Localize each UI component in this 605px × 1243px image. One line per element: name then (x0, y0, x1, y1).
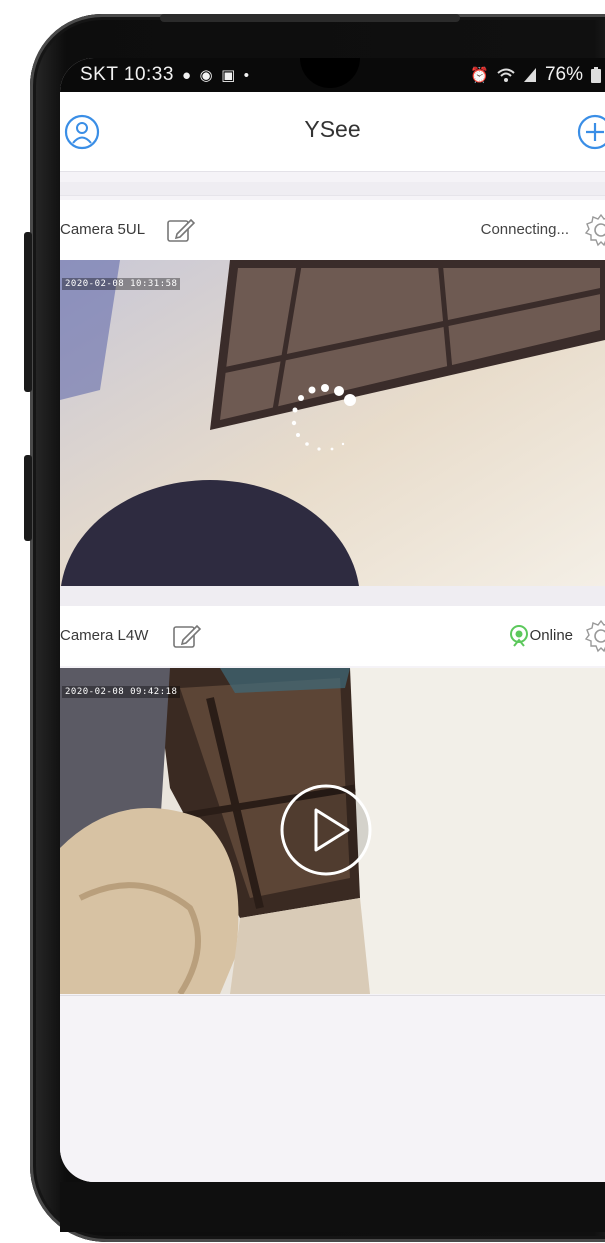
battery-icon (591, 67, 601, 83)
loading-spinner-icon (291, 384, 356, 451)
status-bar-right: ⏰ 76% (470, 64, 601, 86)
c-circle-icon: ◉ (199, 67, 214, 84)
online-signal-icon (510, 625, 528, 647)
battery-percent: 76% (544, 64, 583, 85)
chat-bubble-icon: ● (181, 66, 192, 84)
alarm-icon: ⏰ (470, 67, 489, 84)
app-screen: SKT 10:33 ● ◉ ▣ • ⏰ 76% YSee Camera 5UL … (60, 58, 605, 1182)
connection-status: Online (529, 627, 573, 644)
earpiece (160, 14, 460, 22)
empty-list-area (60, 995, 605, 1182)
status-bar: SKT 10:33 ● ◉ ▣ • ⏰ 76% (60, 58, 605, 92)
gear-icon[interactable] (583, 618, 605, 654)
edit-icon[interactable] (170, 620, 202, 652)
gear-icon[interactable] (583, 212, 605, 248)
add-icon[interactable] (577, 114, 605, 150)
camera-name: Camera 5UL (60, 221, 146, 238)
app-title: YSee (304, 116, 361, 142)
dot-icon: • (243, 66, 250, 84)
header-spacer (60, 182, 605, 196)
connection-status: Connecting... (480, 221, 569, 238)
camera-notch (300, 58, 360, 88)
carrier-time: SKT 10:33 (80, 64, 174, 85)
app-header: YSee (60, 92, 605, 172)
volume-button (24, 232, 32, 392)
bottom-bezel (60, 1182, 605, 1232)
signal-icon (523, 68, 536, 82)
video-timestamp: 2020-02-08 09:42:18 (62, 686, 181, 698)
b-square-icon: ▣ (221, 67, 236, 84)
camera-card-header: Camera 5UL Connecting... (60, 200, 605, 260)
camera-card-header: Camera L4W Online (60, 606, 605, 666)
edit-icon[interactable] (164, 214, 196, 246)
wifi-icon (497, 68, 515, 82)
video-timestamp: 2020-02-08 10:31:58 (62, 278, 181, 290)
play-icon[interactable] (278, 782, 374, 878)
power-button (24, 455, 32, 541)
card-divider (60, 586, 605, 606)
camera-video-feed[interactable]: 2020-02-08 10:31:58 (60, 260, 605, 586)
status-bar-left: SKT 10:33 ● ◉ ▣ • (80, 64, 250, 86)
camera-name: Camera L4W (60, 627, 149, 644)
camera-video-feed[interactable]: 2020-02-08 09:42:18 (60, 668, 605, 994)
